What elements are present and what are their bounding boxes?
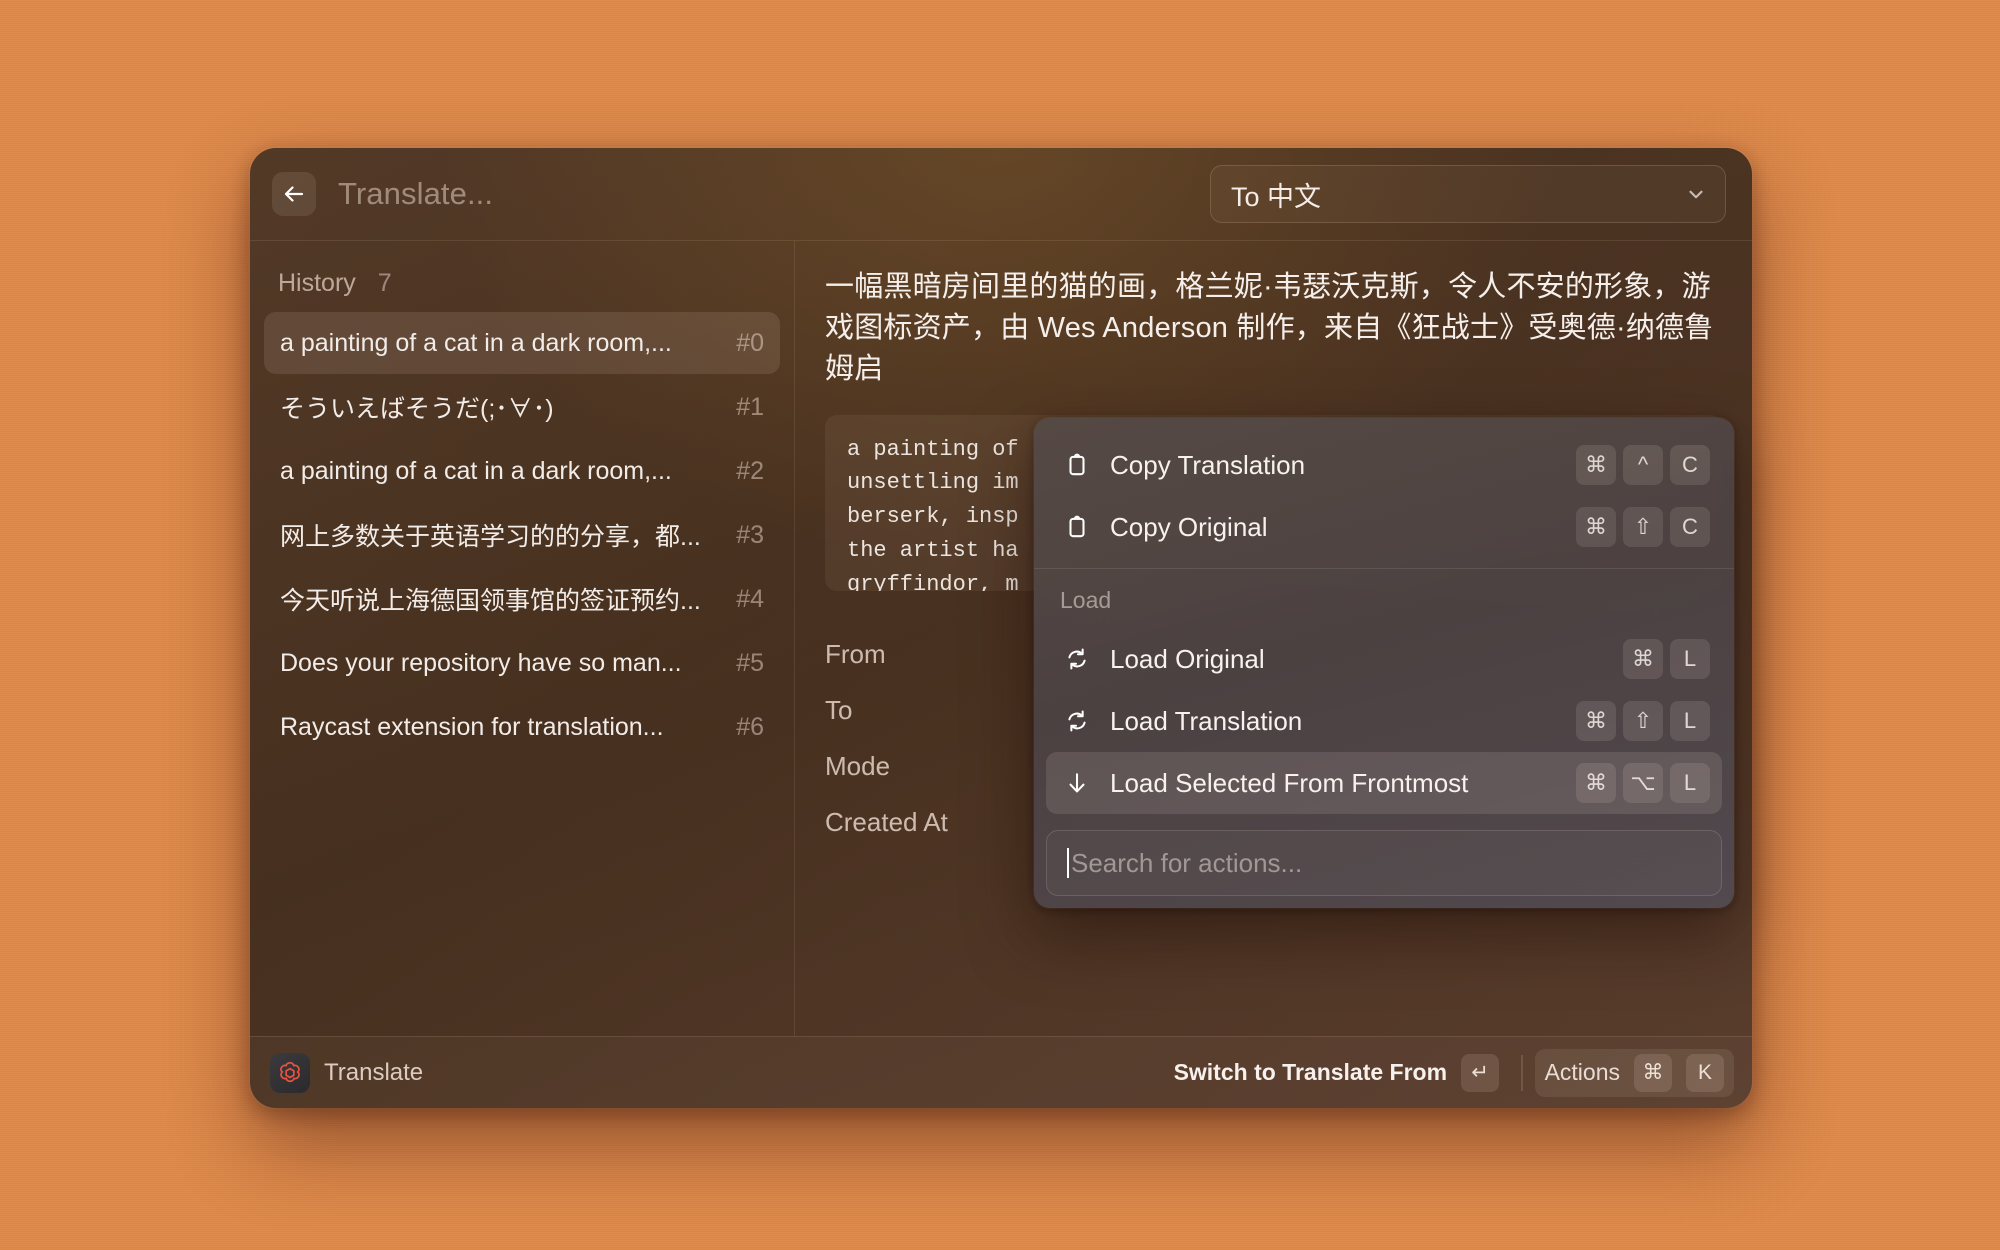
key-k: K (1686, 1054, 1724, 1092)
key-command: ⌘ (1634, 1054, 1672, 1092)
openai-logo-icon (270, 1053, 310, 1093)
text-caret (1067, 848, 1069, 878)
actions-popup-menu: Copy Translation⌘^CCopy Original⌘⇧CLoadL… (1034, 418, 1734, 908)
history-section-header: History 7 (264, 261, 780, 312)
history-item-text: Does your repository have so man... (280, 649, 736, 678)
history-item[interactable]: a painting of a cat in a dark room,...#0 (264, 312, 780, 374)
clipboard-icon (1064, 514, 1090, 540)
footer-divider (1521, 1055, 1523, 1091)
keycap: ⇧ (1623, 507, 1663, 547)
keycap: L (1670, 701, 1710, 741)
refresh-icon-wrap (1060, 708, 1094, 734)
window-footer: Translate Switch to Translate From ↵ Act… (250, 1036, 1752, 1108)
window-header: Translate... To 中文 (250, 148, 1752, 240)
actions-menu-item[interactable]: Copy Original⌘⇧C (1046, 496, 1722, 558)
arrow-left-icon (282, 182, 306, 206)
actions-menu-item-shortcut: ⌘⇧L (1576, 701, 1710, 741)
keycap: ^ (1623, 445, 1663, 485)
history-sidebar: History 7 a painting of a cat in a dark … (250, 241, 795, 1036)
refresh-icon (1064, 708, 1090, 734)
back-button[interactable] (272, 172, 316, 216)
history-item-index: #6 (736, 713, 764, 742)
keycap: ⌘ (1576, 701, 1616, 741)
clipboard-icon-wrap (1060, 452, 1094, 478)
actions-menu-item[interactable]: Load Translation⌘⇧L (1046, 690, 1722, 752)
arrow-down-icon-wrap (1060, 770, 1094, 796)
refresh-icon (1064, 646, 1090, 672)
history-item-text: 今天听说上海德国领事馆的签证预约... (280, 581, 736, 617)
actions-section-title: Load (1046, 581, 1722, 628)
history-item-text: a painting of a cat in a dark room,... (280, 329, 736, 358)
brand-area: Translate (270, 1053, 1164, 1093)
history-item[interactable]: 网上多数关于英语学习的的分享，都...#3 (264, 504, 780, 566)
keycap: L (1670, 763, 1710, 803)
actions-menu-section: Copy Translation⌘^CCopy Original⌘⇧C (1034, 428, 1734, 568)
actions-menu-item[interactable]: Load Original⌘L (1046, 628, 1722, 690)
actions-menu-section: LoadLoad Original⌘LLoad Translation⌘⇧LLo… (1034, 568, 1734, 824)
actions-menu-item-label: Load Selected From Frontmost (1110, 768, 1576, 799)
search-input[interactable]: Translate... (338, 176, 1210, 212)
openai-logo-glyph (276, 1059, 304, 1087)
clipboard-icon-wrap (1060, 514, 1094, 540)
history-item-index: #4 (736, 585, 764, 614)
keycap: ⌘ (1576, 763, 1616, 803)
keycap: ⌘ (1576, 507, 1616, 547)
history-item-text: Raycast extension for translation... (280, 713, 736, 742)
history-count: 7 (378, 269, 392, 298)
history-item-index: #0 (736, 329, 764, 358)
actions-menu-item[interactable]: Load Selected From Frontmost⌘⌥L (1046, 752, 1722, 814)
language-dropdown-value: To 中文 (1231, 175, 1685, 214)
history-item-text: そういえばそうだ(;･∀･) (280, 389, 736, 425)
primary-action-button[interactable]: Switch to Translate From ↵ (1164, 1049, 1510, 1097)
keycap: ⌘ (1623, 639, 1663, 679)
history-item-text: a painting of a cat in a dark room,... (280, 457, 736, 486)
language-dropdown[interactable]: To 中文 (1210, 165, 1726, 223)
action-search-placeholder: Search for actions... (1071, 848, 1302, 879)
history-item[interactable]: Raycast extension for translation...#6 (264, 696, 780, 758)
key-return: ↵ (1461, 1054, 1499, 1092)
actions-menu-item-label: Load Original (1110, 644, 1623, 675)
actions-menu-item-shortcut: ⌘^C (1576, 445, 1710, 485)
keycap: L (1670, 639, 1710, 679)
actions-menu-item-label: Copy Original (1110, 512, 1576, 543)
history-item[interactable]: 今天听说上海德国领事馆的签证预约...#4 (264, 568, 780, 630)
history-list: a painting of a cat in a dark room,...#0… (264, 312, 780, 758)
keycap: ⇧ (1623, 701, 1663, 741)
history-item-index: #2 (736, 457, 764, 486)
history-item[interactable]: a painting of a cat in a dark room,...#2 (264, 440, 780, 502)
actions-menu-item-label: Copy Translation (1110, 450, 1576, 481)
primary-action-label: Switch to Translate From (1174, 1059, 1448, 1086)
clipboard-icon (1064, 452, 1090, 478)
translation-text: 一幅黑暗房间里的猫的画，格兰妮·韦瑟沃克斯，令人不安的形象，游戏图标资产，由 W… (825, 267, 1722, 391)
history-item[interactable]: Does your repository have so man...#5 (264, 632, 780, 694)
history-item-index: #3 (736, 521, 764, 550)
brand-label: Translate (324, 1059, 423, 1087)
actions-button[interactable]: Actions ⌘ K (1535, 1049, 1734, 1097)
history-item-index: #5 (736, 649, 764, 678)
keycap: C (1670, 445, 1710, 485)
actions-menu-item-shortcut: ⌘L (1623, 639, 1710, 679)
actions-button-label: Actions (1545, 1059, 1620, 1086)
keycap: ⌘ (1576, 445, 1616, 485)
history-title: History (278, 269, 356, 298)
refresh-icon-wrap (1060, 646, 1094, 672)
actions-menu-item-shortcut: ⌘⇧C (1576, 507, 1710, 547)
actions-menu-item-shortcut: ⌘⌥L (1576, 763, 1710, 803)
chevron-down-icon (1685, 183, 1707, 205)
history-item-index: #1 (736, 393, 764, 422)
history-item-text: 网上多数关于英语学习的的分享，都... (280, 517, 736, 553)
actions-popup-groups: Copy Translation⌘^CCopy Original⌘⇧CLoadL… (1034, 428, 1734, 824)
action-search-field[interactable]: Search for actions... (1046, 830, 1722, 896)
keycap: ⌥ (1623, 763, 1663, 803)
actions-menu-item-label: Load Translation (1110, 706, 1576, 737)
history-item[interactable]: そういえばそうだ(;･∀･)#1 (264, 376, 780, 438)
arrow-down-icon (1064, 770, 1090, 796)
keycap: C (1670, 507, 1710, 547)
actions-menu-item[interactable]: Copy Translation⌘^C (1046, 434, 1722, 496)
